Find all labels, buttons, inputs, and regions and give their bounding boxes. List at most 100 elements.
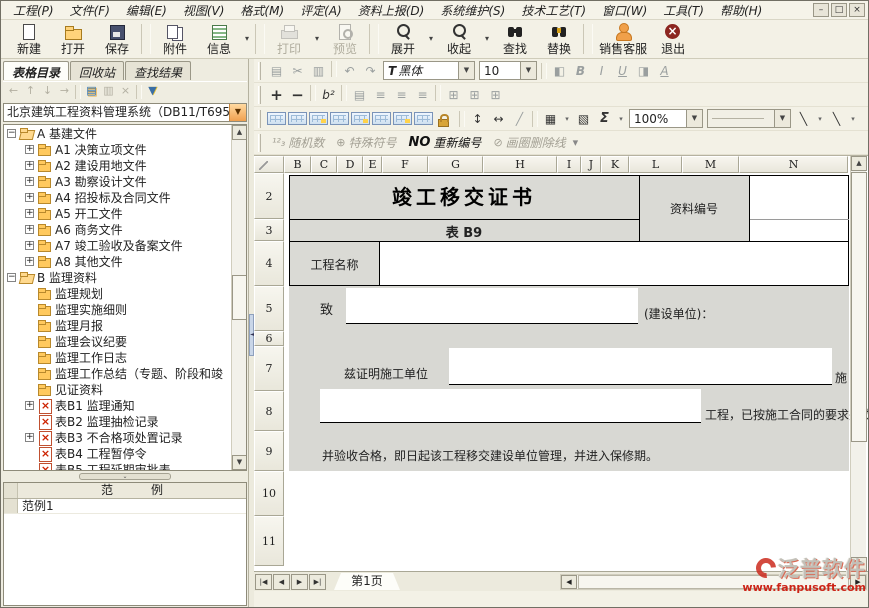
tree-item[interactable]: 监理规划 bbox=[4, 285, 246, 301]
editor-button[interactable] bbox=[435, 85, 441, 101]
menu-item[interactable]: 评定(A) bbox=[292, 0, 350, 21]
insert-button[interactable]: + bbox=[267, 85, 286, 105]
scroll-left-icon[interactable]: ◀ bbox=[561, 575, 577, 589]
copy-button[interactable]: ▤ bbox=[267, 61, 286, 81]
toolbar-button[interactable] bbox=[583, 24, 593, 54]
attachment-button[interactable]: 附件 bbox=[153, 21, 197, 57]
tree-expander-icon[interactable] bbox=[25, 145, 34, 154]
expand-button[interactable]: 展开 bbox=[381, 21, 425, 57]
tree-expander-icon[interactable] bbox=[25, 177, 34, 186]
tree-expander-icon[interactable] bbox=[25, 401, 34, 410]
align-right-button[interactable]: ≡ bbox=[413, 85, 432, 105]
chevron-down-icon[interactable]: ▼ bbox=[774, 110, 790, 127]
tree-expander-icon[interactable] bbox=[7, 273, 16, 282]
column-header[interactable]: D bbox=[337, 156, 363, 173]
row-header[interactable]: 2 bbox=[254, 173, 284, 219]
column-header[interactable]: G bbox=[428, 156, 483, 173]
border-inner-button[interactable]: ⊞ bbox=[486, 85, 505, 105]
replace-button[interactable]: 替换 bbox=[537, 21, 581, 57]
toolbar-button[interactable] bbox=[255, 24, 265, 54]
redo-button[interactable]: ↷ bbox=[361, 61, 380, 81]
tree-item[interactable]: A 基建文件 bbox=[4, 125, 246, 141]
tree-item[interactable]: 监理实施细则 bbox=[4, 301, 246, 317]
tree-item[interactable]: A3 勘察设计文件 bbox=[4, 173, 246, 189]
sum-button[interactable]: Σ bbox=[595, 109, 614, 129]
info-dropdown[interactable]: ▾ bbox=[241, 21, 253, 57]
paste-button[interactable]: ▥ bbox=[309, 61, 328, 81]
nav-forward-button[interactable]: → bbox=[56, 83, 73, 100]
insert-image-dropdown[interactable]: ▾ bbox=[562, 109, 572, 129]
bold-button[interactable]: B bbox=[571, 61, 590, 81]
merge-cells-button[interactable]: ▤ bbox=[350, 85, 369, 105]
insert-image-button[interactable]: ▦ bbox=[541, 109, 560, 129]
col-op-button[interactable] bbox=[372, 112, 391, 125]
tree-item[interactable]: 表B1 监理通知 bbox=[4, 397, 246, 413]
menu-item[interactable]: 帮助(H) bbox=[712, 0, 770, 21]
tree-expander-icon[interactable] bbox=[25, 161, 34, 170]
menu-item[interactable]: 资料上报(D) bbox=[350, 0, 433, 21]
insert-col-button[interactable] bbox=[288, 112, 307, 125]
form-input-unit-name[interactable] bbox=[346, 288, 638, 324]
last-sheet-button[interactable]: ▶| bbox=[309, 574, 326, 590]
editor-button[interactable] bbox=[331, 61, 337, 77]
expand-dropdown[interactable]: ▾ bbox=[425, 21, 437, 57]
tree-scrollbar[interactable]: ▲ ▼ bbox=[231, 125, 246, 470]
toolbar-button[interactable] bbox=[141, 24, 151, 54]
tree-item[interactable]: 表B3 不合格项处置记录 bbox=[4, 429, 246, 445]
menu-item[interactable]: 视图(V) bbox=[175, 0, 233, 21]
toolbar-button[interactable] bbox=[369, 24, 379, 54]
first-sheet-button[interactable]: |◀ bbox=[255, 574, 272, 590]
tree-item[interactable]: A8 其他文件 bbox=[4, 253, 246, 269]
table-button[interactable] bbox=[532, 111, 538, 127]
scroll-up-icon[interactable]: ▲ bbox=[232, 125, 247, 140]
toolbar-grip[interactable] bbox=[258, 110, 261, 128]
row-header[interactable]: 10 bbox=[254, 471, 284, 516]
menu-item[interactable]: 工程(P) bbox=[5, 0, 62, 21]
insert-object-button[interactable]: ▧ bbox=[574, 109, 593, 129]
form-input-project[interactable] bbox=[320, 389, 701, 423]
delete-node-button[interactable]: × bbox=[117, 83, 134, 100]
tab-recycle-bin[interactable]: 回收站 bbox=[70, 61, 124, 80]
tree-scrollbar-thumb[interactable] bbox=[232, 275, 247, 320]
column-header[interactable]: J bbox=[581, 156, 601, 173]
draw-line-button[interactable]: ╱ bbox=[510, 109, 529, 129]
select-all-corner[interactable] bbox=[254, 156, 284, 173]
exit-button[interactable]: 退出 bbox=[651, 21, 695, 57]
tree-item[interactable]: A4 招投标及合同文件 bbox=[4, 189, 246, 205]
tree-item[interactable]: 监理工作日志 bbox=[4, 349, 246, 365]
collapse-dropdown[interactable]: ▾ bbox=[481, 21, 493, 57]
column-header[interactable]: B bbox=[284, 156, 311, 173]
row-height-button[interactable]: ↕ bbox=[468, 109, 487, 129]
row-header[interactable]: 3 bbox=[254, 219, 284, 241]
mini-toolbar-button[interactable] bbox=[136, 85, 142, 99]
diagonal-split2-button[interactable]: ╲ bbox=[827, 109, 846, 129]
tree-expander-icon[interactable] bbox=[25, 193, 34, 202]
find-button[interactable]: 查找 bbox=[493, 21, 537, 57]
table-button[interactable] bbox=[459, 111, 465, 127]
tree-expander-icon[interactable] bbox=[25, 209, 34, 218]
line-style-select[interactable]: ▼ bbox=[707, 109, 791, 128]
toolbar-grip[interactable] bbox=[258, 134, 261, 152]
vertical-scrollbar-thumb[interactable] bbox=[851, 172, 867, 442]
split-table-button[interactable] bbox=[330, 112, 349, 125]
cell-op-button[interactable] bbox=[393, 112, 412, 125]
tab-search-results[interactable]: 查找结果 bbox=[125, 61, 191, 80]
scroll-up-icon[interactable]: ▲ bbox=[851, 156, 867, 171]
insert-row-button[interactable] bbox=[267, 112, 286, 125]
toolbar-grip[interactable] bbox=[258, 62, 261, 80]
tree-item[interactable]: A5 开工文件 bbox=[4, 205, 246, 221]
print-button[interactable]: 打印 bbox=[267, 21, 311, 57]
menu-item[interactable]: 技术工艺(T) bbox=[513, 0, 594, 21]
column-header[interactable]: H bbox=[483, 156, 557, 173]
renumber-button[interactable]: NO重新编号 bbox=[408, 134, 481, 151]
paste-node-button[interactable]: ▥ bbox=[100, 83, 117, 100]
remove-button[interactable]: − bbox=[288, 85, 307, 105]
menu-item[interactable]: 格式(M) bbox=[232, 0, 292, 21]
tree-item[interactable]: A1 决策立项文件 bbox=[4, 141, 246, 157]
tree-expander-icon[interactable] bbox=[25, 433, 34, 442]
tree-item[interactable]: 表B2 监理抽检记录 bbox=[4, 413, 246, 429]
tree-item[interactable]: 表B5 工程延期审批表 bbox=[4, 461, 246, 471]
sales-service-button[interactable]: 销售客服 bbox=[595, 21, 651, 57]
chevron-down-icon[interactable]: ▼ bbox=[229, 104, 246, 121]
editor-button[interactable] bbox=[341, 85, 347, 101]
